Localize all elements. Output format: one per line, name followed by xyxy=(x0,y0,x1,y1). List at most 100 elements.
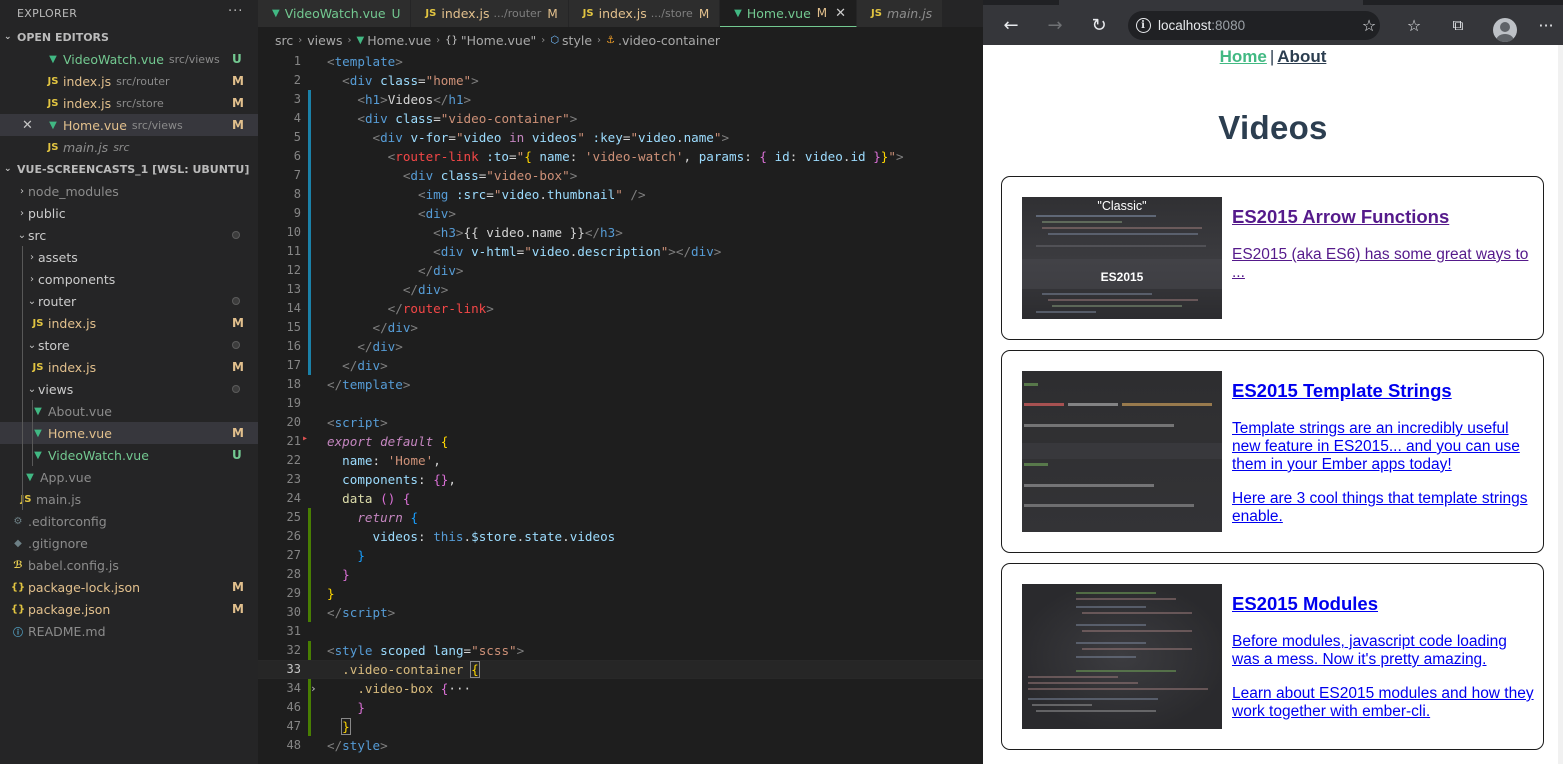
tree-folder[interactable]: › node_modules xyxy=(0,180,258,202)
breadcrumb-item[interactable]: style xyxy=(562,33,592,48)
open-editor-item[interactable]: JS index.js src/router M xyxy=(0,70,258,92)
thumbnail-caption: ES2015 xyxy=(1100,270,1144,284)
add-favorite-icon[interactable]: ☆ xyxy=(1354,10,1384,40)
breadcrumb-item[interactable]: .video-container xyxy=(618,33,720,48)
video-description-link[interactable]: Before modules, javascript code loading … xyxy=(1232,633,1534,669)
tree-file[interactable]: ▼ About.vue xyxy=(0,400,258,422)
line-number: 46 xyxy=(286,700,301,714)
line-number: 17 xyxy=(286,358,301,372)
tree-folder[interactable]: › assets xyxy=(0,246,258,268)
more-actions-icon[interactable]: ··· xyxy=(228,4,243,19)
breadcrumb-item[interactable]: Home.vue xyxy=(367,33,431,48)
tree-file[interactable]: ▼ VideoWatch.vue U xyxy=(0,444,258,466)
breadcrumb-item[interactable]: src xyxy=(275,33,293,48)
tab-router-index[interactable]: JS index.js .../router M xyxy=(411,0,569,27)
tab-store-index[interactable]: JS index.js .../store M xyxy=(568,0,721,27)
chevron-right-icon[interactable]: › xyxy=(310,679,317,698)
close-icon[interactable]: ✕ xyxy=(22,118,45,133)
js-file-icon: JS xyxy=(47,97,59,109)
line-number: 13 xyxy=(286,282,301,296)
open-editor-path: src xyxy=(113,140,130,154)
cube-icon: ⬡ xyxy=(550,35,560,46)
nav-about-link[interactable]: About xyxy=(1277,47,1326,66)
tree-folder[interactable]: › public xyxy=(0,202,258,224)
more-menu-icon[interactable]: ··· xyxy=(1531,10,1561,40)
video-title-link[interactable]: ES2015 Arrow Functions xyxy=(1232,206,1449,228)
tree-file[interactable]: {} package-lock.json M xyxy=(0,576,258,598)
tree-item-label: About.vue xyxy=(48,403,112,419)
open-editor-item[interactable]: ▼ VideoWatch.vue src/views U xyxy=(0,48,258,70)
editor-tab-bar: ▼ VideoWatch.vue U JS index.js .../route… xyxy=(258,0,983,27)
tree-folder[interactable]: › components xyxy=(0,268,258,290)
tab-videowatch[interactable]: ▼ VideoWatch.vue U xyxy=(258,0,412,27)
video-description-link[interactable]: Learn about ES2015 modules and how they … xyxy=(1232,685,1534,721)
babel-icon: ℬ xyxy=(13,559,23,571)
address-bar[interactable]: i localhost:8080 xyxy=(1128,11,1380,40)
video-card[interactable]: ES2015 Template Strings Template strings… xyxy=(1001,350,1544,553)
line-number: 25 xyxy=(286,510,301,524)
browser-toolbar: ← → ↻ i localhost:8080 ☆ ☆ ⧉ ··· xyxy=(983,5,1563,45)
tree-file[interactable]: JS index.js M xyxy=(0,356,258,378)
tree-file[interactable]: JS index.js M xyxy=(0,312,258,334)
tree-file-selected[interactable]: ▼ Home.vue M xyxy=(0,422,258,444)
tab-label: main.js xyxy=(886,6,933,21)
chevron-down-icon: ⌄ xyxy=(27,295,37,307)
refresh-icon[interactable]: ↻ xyxy=(1084,10,1114,40)
tab-main[interactable]: JS main.js xyxy=(857,0,944,27)
tree-file[interactable]: ⓘ README.md xyxy=(0,620,258,642)
site-info-icon[interactable]: i xyxy=(1128,18,1158,33)
line-number: 10 xyxy=(286,225,301,239)
close-icon[interactable]: ✕ xyxy=(835,6,846,21)
video-description-link[interactable]: Here are 3 cool things that template str… xyxy=(1232,490,1534,526)
code-area[interactable]: ▸ 1 <template> 2 <div class="home"> 3 <h1… xyxy=(258,52,983,755)
git-icon: ◆ xyxy=(14,537,22,549)
tree-item-label: App.vue xyxy=(40,469,92,485)
tree-item-label: babel.config.js xyxy=(28,557,119,573)
nav-separator: | xyxy=(1269,47,1275,66)
tree-file[interactable]: ⚙ .editorconfig xyxy=(0,510,258,532)
video-title-link[interactable]: ES2015 Modules xyxy=(1232,593,1378,615)
tree-item-label: components xyxy=(38,271,116,287)
line-number: 32 xyxy=(286,643,301,657)
line-number: 5 xyxy=(293,130,301,144)
video-card[interactable]: ES2015 Modules Before modules, javascrip… xyxy=(1001,563,1544,750)
video-description-link[interactable]: Template strings are an incredibly usefu… xyxy=(1232,420,1534,474)
video-card[interactable]: "Classic" ES2015 ES2015 Arrow Functions … xyxy=(1001,176,1544,340)
tree-file[interactable]: {} package.json M xyxy=(0,598,258,620)
open-editors-section[interactable]: ⌄ OPEN EDITORS xyxy=(0,26,258,48)
tree-file[interactable]: ℬ babel.config.js xyxy=(0,554,258,576)
tree-folder[interactable]: ⌄ router xyxy=(0,290,258,312)
breadcrumb-item[interactable]: "Home.vue" xyxy=(461,33,536,48)
line-number: 19 xyxy=(286,396,301,410)
collections-icon[interactable]: ⧉ xyxy=(1443,10,1473,40)
open-editor-item[interactable]: JS index.js src/store M xyxy=(0,92,258,114)
breadcrumb-item[interactable]: views xyxy=(307,33,342,48)
tab-path: .../store xyxy=(650,7,693,20)
open-editor-item-active[interactable]: ✕ ▼ Home.vue src/views M xyxy=(0,114,258,136)
profile-avatar[interactable] xyxy=(1493,18,1517,42)
tab-home-active[interactable]: ▼ Home.vue M ✕ xyxy=(720,0,858,27)
tree-file[interactable]: ◆ .gitignore xyxy=(0,532,258,554)
video-title-link[interactable]: ES2015 Template Strings xyxy=(1232,380,1452,402)
tab-path: .../router xyxy=(493,7,542,20)
open-editor-name: VideoWatch.vue xyxy=(63,51,164,67)
tree-folder[interactable]: ⌄ store xyxy=(0,334,258,356)
nav-home-link[interactable]: Home xyxy=(1220,47,1267,66)
tree-file[interactable]: ▼ App.vue xyxy=(0,466,258,488)
tree-folder[interactable]: ⌄ src xyxy=(0,224,258,246)
url-text: localhost:8080 xyxy=(1158,18,1246,33)
tree-file[interactable]: JS main.js xyxy=(0,488,258,510)
page-scrollbar[interactable] xyxy=(1558,45,1563,764)
open-editor-name: index.js xyxy=(63,73,112,89)
open-editor-path: src/store xyxy=(116,96,164,110)
back-arrow-icon[interactable]: ← xyxy=(996,10,1026,40)
favorites-icon[interactable]: ☆ xyxy=(1399,10,1429,40)
explorer-sidebar: EXPLORER ··· ⌄ OPEN EDITORS ▼ VideoWatch… xyxy=(0,0,258,764)
open-editor-item[interactable]: JS main.js src xyxy=(0,136,258,158)
tree-folder[interactable]: ⌄ views xyxy=(0,378,258,400)
video-description-link[interactable]: ES2015 (aka ES6) has some great ways to … xyxy=(1232,246,1534,282)
forward-arrow-icon[interactable]: → xyxy=(1040,10,1070,40)
vue-file-icon: ▼ xyxy=(734,7,742,19)
workspace-section[interactable]: ⌄ VUE-SCREENCASTS_1 [WSL: UBUNTU] xyxy=(0,158,258,180)
git-status-badge: M xyxy=(232,360,244,374)
